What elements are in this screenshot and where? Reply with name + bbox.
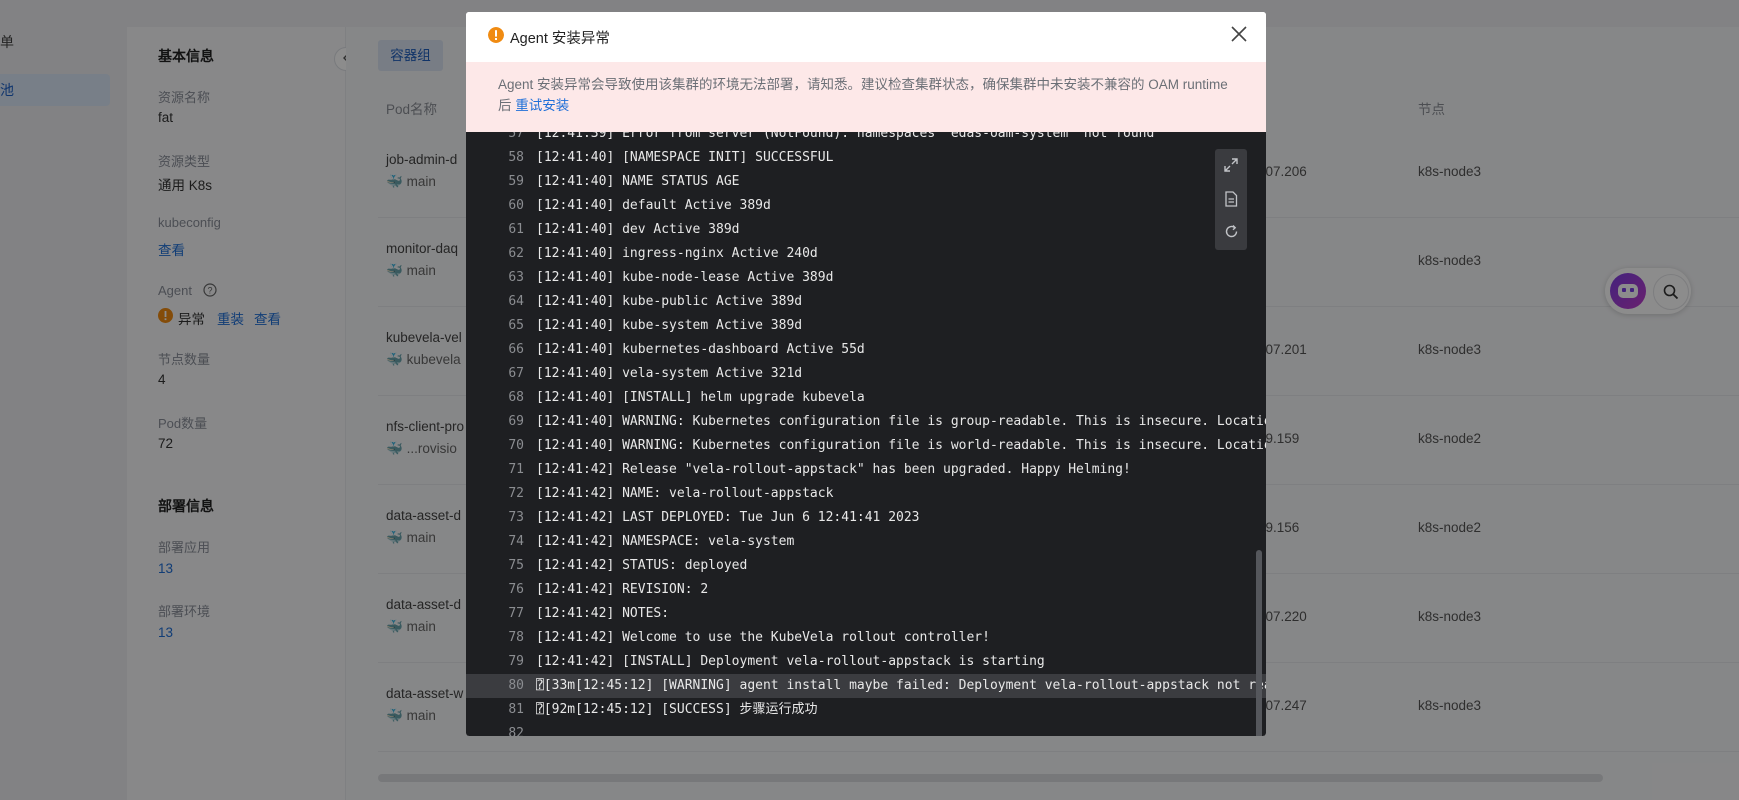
log-line: 66 [12:41:40] kubernetes-dashboard Active… (466, 338, 1266, 362)
log-line-number: 67 (508, 366, 524, 381)
file-icon[interactable] (1224, 191, 1238, 207)
log-line: 76 [12:41:42] REVISION: 2 (466, 578, 1266, 602)
log-line: 70 [12:41:40] WARNING: Kubernetes configu… (466, 434, 1266, 458)
log-line-text: [12:41:42] [INSTALL] Deployment vela-rol… (536, 654, 1045, 669)
log-line-text: ⍰[92m[12:45:12] [SUCCESS] 步骤运行成功 (536, 702, 818, 717)
refresh-icon[interactable] (1224, 224, 1239, 239)
log-line-text: [12:41:40] kube-node-lease Active 389d (536, 270, 834, 285)
log-line-number: 62 (508, 246, 524, 261)
warning-icon (488, 27, 504, 43)
log-line-text: [12:41:40] dev Active 389d (536, 222, 740, 237)
log-line-text: [12:41:40] kube-system Active 389d (536, 318, 803, 333)
log-line-text: [12:41:40] ingress-nginx Active 240d (536, 246, 818, 261)
log-line-number: 77 (508, 606, 524, 621)
log-line-text: [12:41:42] NOTES: (536, 606, 670, 621)
close-icon[interactable] (1230, 25, 1248, 43)
log-line-number: 69 (508, 414, 524, 429)
log-line-text: [12:41:42] STATUS: deployed (536, 558, 748, 573)
log-line-text: [12:41:40] kubernetes-dashboard Active 5… (536, 342, 865, 357)
log-line-number: 59 (508, 174, 524, 189)
log-line-number: 76 (508, 582, 524, 597)
log-line-number: 63 (508, 270, 524, 285)
log-line-text: [12:41:42] NAMESPACE: vela-system (536, 534, 795, 549)
alert-message: Agent 安装异常会导致使用该集群的环境无法部署，请知悉。建议检查集群状态，确… (498, 77, 1228, 113)
log-line-number: 74 (508, 534, 524, 549)
log-line: 60 [12:41:40] default Active 389d (466, 194, 1266, 218)
log-line: 78 [12:41:42] Welcome to use the KubeVela… (466, 626, 1266, 650)
log-line-number: 58 (508, 150, 524, 165)
log-line-text: [12:41:40] default Active 389d (536, 198, 771, 213)
agent-error-modal: Agent 安装异常 Agent 安装异常会导致使用该集群的环境无法部署，请知悉… (466, 12, 1266, 736)
log-line-number: 79 (508, 654, 524, 669)
console-vertical-scrollbar[interactable] (1256, 550, 1262, 736)
log-line-number: 66 (508, 342, 524, 357)
log-line: 73 [12:41:42] LAST DEPLOYED: Tue Jun 6 12… (466, 506, 1266, 530)
log-line-text: [12:41:40] vela-system Active 321d (536, 366, 803, 381)
log-line-text: [12:41:42] NAME: vela-rollout-appstack (536, 486, 834, 501)
log-line-text: [12:41:42] Release "vela-rollout-appstac… (536, 462, 1131, 477)
log-line-text: [12:41:39] Error from server (NotFound):… (536, 132, 1155, 141)
log-line-number: 64 (508, 294, 524, 309)
log-line-number: 60 (508, 198, 524, 213)
log-line-number: 68 (508, 390, 524, 405)
expand-icon[interactable] (1224, 158, 1238, 172)
log-line: 57 [12:41:39] Error from server (NotFound… (466, 132, 1266, 146)
console-toolbar (1215, 149, 1247, 250)
alert-banner: Agent 安装异常会导致使用该集群的环境无法部署，请知悉。建议检查集群状态，确… (466, 62, 1266, 132)
log-line: 69 [12:41:40] WARNING: Kubernetes configu… (466, 410, 1266, 434)
log-line-number: 57 (508, 132, 524, 141)
log-line-number: 61 (508, 222, 524, 237)
log-line-text: [12:41:40] NAME STATUS AGE (536, 174, 740, 189)
log-line: 62 [12:41:40] ingress-nginx Active 240d (466, 242, 1266, 266)
log-line-number: 71 (508, 462, 524, 477)
log-line-text: [12:41:40] [NAMESPACE INIT] SUCCESSFUL (536, 150, 834, 165)
log-line-text: [12:41:42] Welcome to use the KubeVela r… (536, 630, 990, 645)
log-line-text: [12:41:40] WARNING: Kubernetes configura… (536, 438, 1266, 453)
log-line: 79 [12:41:42] [INSTALL] Deployment vela-r… (466, 650, 1266, 674)
log-line-text: [12:41:40] [INSTALL] helm upgrade kubeve… (536, 390, 865, 405)
log-line-number: 82 (508, 726, 524, 736)
modal-title: Agent 安装异常 (510, 31, 610, 47)
log-line-number: 72 (508, 486, 524, 501)
log-line: 80 ⍰[33m[12:45:12] [WARNING] agent instal… (466, 674, 1266, 698)
log-line-text: [12:41:40] WARNING: Kubernetes configura… (536, 414, 1266, 429)
log-line: 61 [12:41:40] dev Active 389d (466, 218, 1266, 242)
log-line: 58 [12:41:40] [NAMESPACE INIT] SUCCESSFUL (466, 146, 1266, 170)
log-line: 81 ⍰[92m[12:45:12] [SUCCESS] 步骤运行成功 (466, 698, 1266, 722)
log-line-number: 75 (508, 558, 524, 573)
alert-text: Agent 安装异常会导致使用该集群的环境无法部署，请知悉。建议检查集群状态，确… (498, 74, 1238, 116)
log-line-text: [12:41:40] kube-public Active 389d (536, 294, 803, 309)
log-line-text: ⍰[33m[12:45:12] [WARNING] agent install … (536, 678, 1266, 693)
log-line-number: 81 (508, 702, 524, 717)
log-line-text: [12:41:42] REVISION: 2 (536, 582, 709, 597)
log-line: 64 [12:41:40] kube-public Active 389d (466, 290, 1266, 314)
log-line-number: 70 (508, 438, 524, 453)
log-line-number: 73 (508, 510, 524, 525)
log-line-text: [12:41:42] LAST DEPLOYED: Tue Jun 6 12:4… (536, 510, 920, 525)
log-line: 67 [12:41:40] vela-system Active 321d (466, 362, 1266, 386)
log-line: 59 [12:41:40] NAME STATUS AGE (466, 170, 1266, 194)
log-line: 65 [12:41:40] kube-system Active 389d (466, 314, 1266, 338)
log-line-number: 65 (508, 318, 524, 333)
retry-install-link[interactable]: 重试安装 (515, 98, 569, 113)
log-line: 71 [12:41:42] Release "vela-rollout-appst… (466, 458, 1266, 482)
modal-header: Agent 安装异常 (466, 12, 1266, 62)
log-line-number: 80 (508, 678, 524, 693)
log-line: 63 [12:41:40] kube-node-lease Active 389d (466, 266, 1266, 290)
log-line: 68 [12:41:40] [INSTALL] helm upgrade kube… (466, 386, 1266, 410)
log-line: 82 (466, 722, 1266, 736)
log-console[interactable]: 57 [12:41:39] Error from server (NotFound… (466, 132, 1266, 736)
log-line-number: 78 (508, 630, 524, 645)
log-line: 74 [12:41:42] NAMESPACE: vela-system (466, 530, 1266, 554)
log-line: 72 [12:41:42] NAME: vela-rollout-appstack (466, 482, 1266, 506)
log-line: 77 [12:41:42] NOTES: (466, 602, 1266, 626)
log-line: 75 [12:41:42] STATUS: deployed (466, 554, 1266, 578)
